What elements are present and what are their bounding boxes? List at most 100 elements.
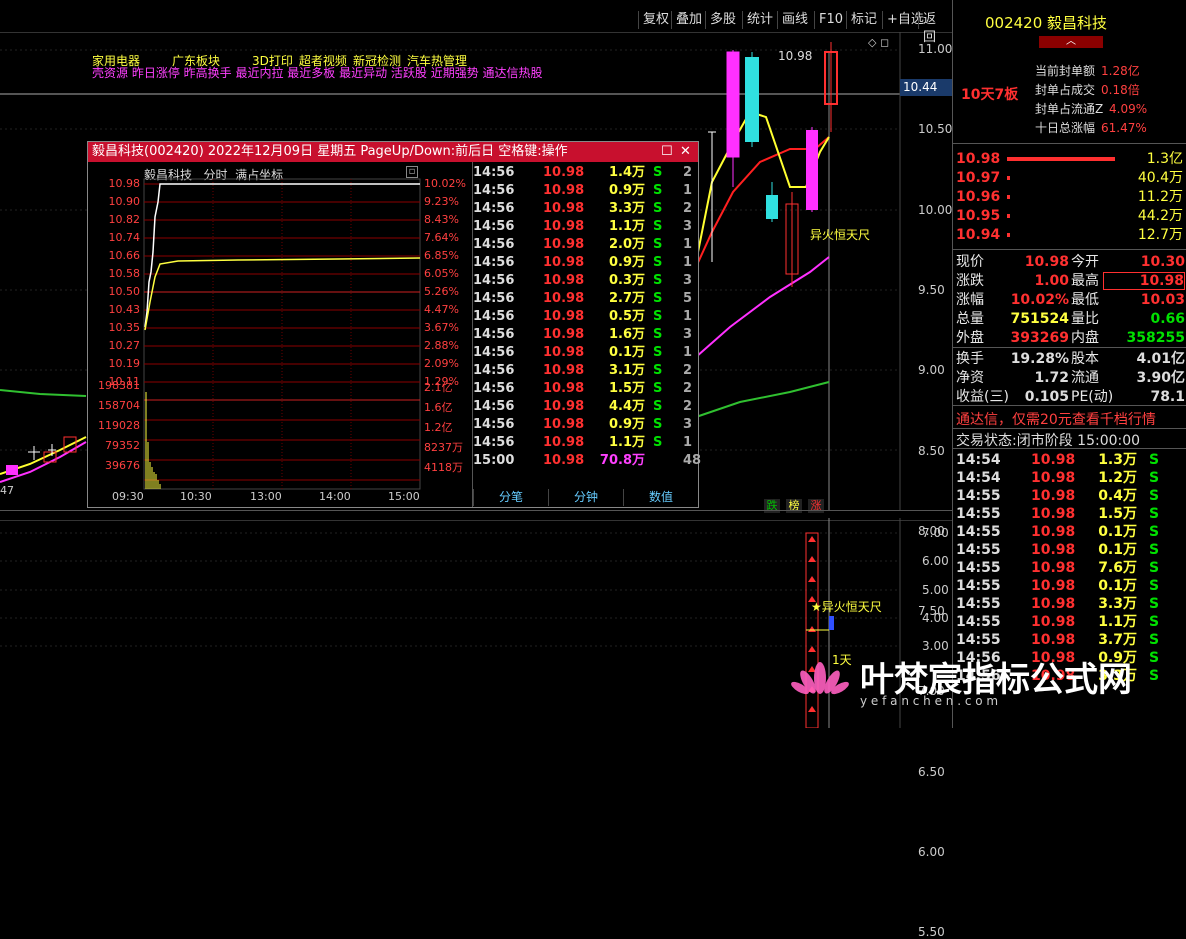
order-book-row: 10.94 12.7万 xyxy=(953,226,1186,244)
seal-stat-label: 封单占成交 xyxy=(1035,83,1096,97)
trade-row[interactable]: 14:55 10.98 0.1万 S xyxy=(953,541,1186,559)
tick-count: 1 xyxy=(683,435,693,450)
trade-row[interactable]: 14:55 10.98 3.7万 S xyxy=(953,631,1186,649)
intraday-price-tick: 10.98 xyxy=(108,177,141,190)
tick-row[interactable]: 14:56 10.98 0.9万 S 3 xyxy=(473,416,697,434)
popup-title-bar[interactable]: 毅昌科技(002420) 2022年12月09日 星期五 PageUp/Down… xyxy=(88,142,698,162)
trade-row[interactable]: 14:55 10.98 3.3万 S xyxy=(953,595,1186,613)
price-axis-tick: 6.00 xyxy=(918,845,945,859)
tick-row[interactable]: 14:56 10.98 4.4万 S 2 xyxy=(473,398,697,416)
order-depth-bar xyxy=(1007,176,1010,180)
quote-label: 今开 xyxy=(1071,254,1099,270)
tick-volume: 3.1万 xyxy=(608,363,645,378)
seal-stat-row: 封单占流通Z 4.09% xyxy=(953,100,1186,118)
quote-row: 换手 19.28% 股本 4.01亿 xyxy=(953,350,1186,368)
order-price: 10.98 xyxy=(956,151,1001,167)
intraday-volume-tick: 79352 xyxy=(105,439,140,452)
tick-row[interactable]: 14:56 10.98 1.4万 S 2 xyxy=(473,164,697,182)
tick-time: 14:56 xyxy=(473,435,515,450)
order-price: 10.97 xyxy=(956,170,1001,186)
tick-time: 14:56 xyxy=(473,381,515,396)
tick-row[interactable]: 14:56 10.98 0.3万 S 3 xyxy=(473,272,697,290)
close-icon[interactable]: ✕ xyxy=(680,142,691,162)
tick-row[interactable]: 14:56 10.98 1.1万 S 3 xyxy=(473,218,697,236)
seal-stat-label: 封单占流通Z xyxy=(1035,102,1104,116)
panel-divider xyxy=(0,510,952,511)
toolbar-button-1[interactable]: 叠加 xyxy=(671,11,706,29)
tick-volume: 1.6万 xyxy=(608,327,645,342)
trade-row[interactable]: 14:55 10.98 1.5万 S xyxy=(953,505,1186,523)
quote-value: 1.00 xyxy=(1034,273,1069,289)
popup-tab-2[interactable]: 数值 xyxy=(623,489,698,506)
trade-row[interactable]: 14:55 10.98 0.1万 S xyxy=(953,523,1186,541)
tick-count: 1 xyxy=(683,309,693,324)
tick-volume: 0.1万 xyxy=(608,345,645,360)
maximize-icon[interactable]: ☐ xyxy=(661,142,673,162)
tick-row[interactable]: 14:56 10.98 2.7万 S 5 xyxy=(473,290,697,308)
seal-stat-value: 0.18倍 xyxy=(1101,83,1140,97)
tick-row[interactable]: 14:56 10.98 1.6万 S 3 xyxy=(473,326,697,344)
tick-row[interactable]: 14:56 10.98 2.0万 S 1 xyxy=(473,236,697,254)
tick-side: S xyxy=(653,381,663,396)
popup-tab-0[interactable]: 分笔 xyxy=(473,489,548,506)
trade-price: 10.98 xyxy=(1031,488,1076,504)
tick-row[interactable]: 14:56 10.98 0.9万 S 1 xyxy=(473,254,697,272)
tick-row[interactable]: 14:56 10.98 0.5万 S 1 xyxy=(473,308,697,326)
quote-row: 净资 1.72 流通 3.90亿 xyxy=(953,369,1186,387)
trade-row[interactable]: 14:55 10.98 7.6万 S xyxy=(953,559,1186,577)
intraday-time-tick: 14:00 xyxy=(319,490,351,503)
trade-side: S xyxy=(1149,470,1160,486)
trade-volume: 1.1万 xyxy=(1098,614,1137,630)
price-axis-tick: 9.50 xyxy=(918,282,945,297)
tick-volume: 1.5万 xyxy=(608,381,645,396)
tick-row[interactable]: 14:56 10.98 1.1万 S 1 xyxy=(473,434,697,452)
quote-value: 751524 xyxy=(1010,311,1069,327)
price-axis-tick: 11.00 xyxy=(918,42,953,56)
tick-row[interactable]: 14:56 10.98 1.5万 S 2 xyxy=(473,380,697,398)
toolbar-button-4[interactable]: 画线 xyxy=(777,11,812,29)
intraday-price-tick: 10.19 xyxy=(108,357,141,370)
collapse-toggle-icon[interactable]: ︿ xyxy=(1039,36,1103,48)
divider xyxy=(953,347,1186,348)
tick-volume: 0.9万 xyxy=(608,417,645,432)
toolbar-button-6[interactable]: 标记 xyxy=(846,11,881,29)
intraday-pct-tick: 6.85% xyxy=(424,249,459,262)
quote-label: 最高 xyxy=(1071,273,1099,289)
tick-side: S xyxy=(653,291,663,306)
popup-tab-1[interactable]: 分钟 xyxy=(548,489,623,506)
tick-side: S xyxy=(653,309,663,324)
tick-row[interactable]: 15:00 10.98 70.8万 48 xyxy=(473,452,701,470)
trade-row[interactable]: 14:54 10.98 1.3万 S xyxy=(953,451,1186,469)
trade-row[interactable]: 14:55 10.98 0.1万 S xyxy=(953,577,1186,595)
trade-volume: 0.1万 xyxy=(1098,524,1137,540)
seal-stat-label: 当前封单额 xyxy=(1035,64,1096,78)
tick-row[interactable]: 14:56 10.98 0.9万 S 1 xyxy=(473,182,697,200)
tick-volume: 3.3万 xyxy=(608,201,645,216)
trade-side: S xyxy=(1149,506,1160,522)
trade-time: 14:54 xyxy=(956,470,1001,486)
intraday-pct-tick: 8.43% xyxy=(424,213,459,226)
tick-time: 15:00 xyxy=(473,453,515,468)
quote-value: 10.30 xyxy=(1140,254,1185,270)
toolbar-button-3[interactable]: 统计 xyxy=(742,11,777,29)
trade-row[interactable]: 14:55 10.98 1.1万 S xyxy=(953,613,1186,631)
stock-header: 002420 毅昌科技 xyxy=(985,12,1107,33)
tick-time: 14:56 xyxy=(473,183,515,198)
tick-row[interactable]: 14:56 10.98 3.1万 S 2 xyxy=(473,362,697,380)
indicator-axis-tick: 4.00 xyxy=(922,610,949,625)
intraday-popup[interactable]: 毅昌科技(002420) 2022年12月09日 星期五 PageUp/Down… xyxy=(87,141,701,508)
toolbar-button-5[interactable]: F10 xyxy=(814,11,847,29)
toolbar-button-0[interactable]: 复权 xyxy=(638,11,673,29)
order-depth-bar xyxy=(1007,157,1115,161)
promo-link[interactable]: 通达信，仅需20元查看千档行情 xyxy=(956,409,1156,429)
tick-row[interactable]: 14:56 10.98 3.3万 S 2 xyxy=(473,200,697,218)
tick-row[interactable]: 14:56 10.98 0.1万 S 1 xyxy=(473,344,697,362)
toolbar-button-2[interactable]: 多股 xyxy=(705,11,740,29)
toolbar-button-8[interactable]: 返回 xyxy=(918,11,952,45)
trade-row[interactable]: 14:54 10.98 1.2万 S xyxy=(953,469,1186,487)
diamond-icon[interactable]: ◇ ◻ xyxy=(868,36,889,49)
trade-row[interactable]: 14:55 10.98 0.4万 S xyxy=(953,487,1186,505)
intraday-price-tick: 10.50 xyxy=(108,285,141,298)
order-volume: 44.2万 xyxy=(1137,208,1183,224)
intraday-pct-tick: 7.64% xyxy=(424,231,459,244)
